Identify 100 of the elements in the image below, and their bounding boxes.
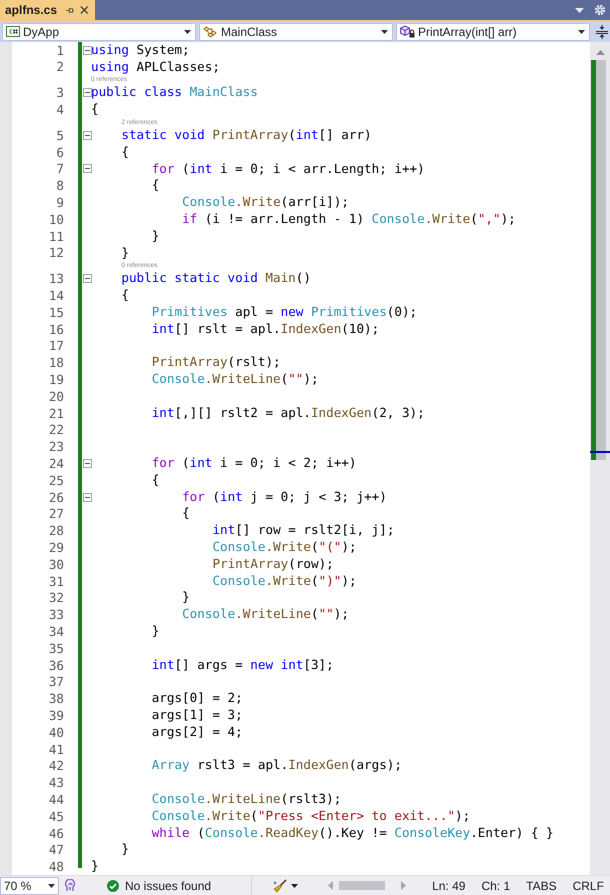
line-number: 14	[48, 288, 64, 303]
brush-icon[interactable]	[273, 878, 288, 892]
dropdown-icon[interactable]	[575, 8, 584, 12]
line-number: 36	[48, 658, 64, 673]
scroll-up-icon[interactable]	[596, 50, 604, 55]
line-number: 6	[55, 144, 64, 160]
settings-icon[interactable]	[594, 4, 606, 16]
code-line: int[] args = new int[3];	[152, 656, 334, 674]
line-indicator[interactable]: Ln: 49	[432, 878, 466, 892]
code-line: public class MainClass	[91, 84, 258, 102]
check-icon	[107, 880, 119, 892]
code-line: for (int i = 0; i < arr.Length; i++)	[152, 160, 425, 178]
code-line: }	[182, 589, 190, 606]
scrollbar-thumb[interactable]	[591, 60, 606, 460]
line-number: 2	[55, 59, 64, 74]
line-number: 16	[48, 322, 64, 337]
method-lock-icon	[400, 25, 415, 38]
code-line: using APLClasses;	[91, 58, 220, 76]
code-line: while (Console.ReadKey().Key != ConsoleKey.Enter) { }	[152, 824, 554, 842]
collapse-icon[interactable]	[83, 130, 92, 140]
code-line: Console.WriteLine(rslt3);	[152, 791, 342, 808]
dropdown-value: DyApp	[23, 24, 60, 39]
caret-icon	[48, 884, 55, 888]
code-line: {	[152, 177, 160, 194]
split-window-icon[interactable]	[596, 24, 608, 39]
line-number: 18	[48, 355, 64, 370]
line-number: 40	[48, 724, 64, 740]
collapse-icon[interactable]	[83, 458, 92, 468]
code-line: PrintArray(row);	[212, 556, 334, 573]
line-number: 20	[48, 388, 64, 404]
code-line: Console.Write("Press <Enter> to exit...");	[152, 808, 470, 825]
navigation-dropdown[interactable]: MainClass	[199, 22, 393, 41]
code-line: }	[121, 841, 129, 858]
indentation-indicator[interactable]: TABS	[526, 878, 557, 892]
caret-icon[interactable]	[291, 884, 298, 888]
caret-icon	[381, 30, 388, 34]
horizontal-scrollbar-thumb[interactable]	[339, 881, 386, 890]
collapse-icon[interactable]	[83, 274, 92, 284]
line-number: 42	[48, 758, 64, 774]
line-number: 10	[48, 212, 64, 227]
line-number: 37	[48, 674, 64, 690]
line-number: 48	[48, 859, 64, 874]
line-number: 4	[55, 102, 64, 118]
caret-icon	[184, 30, 191, 34]
code-line: int[] rslt = apl.IndexGen(10);	[152, 320, 380, 338]
code-line: Primitives apl = new Primitives(0);	[152, 304, 418, 321]
tab-title: aplfns.cs	[5, 3, 58, 17]
code-line: {	[121, 144, 129, 161]
code-line: for (int i = 0; i < 2; i++)	[152, 455, 356, 472]
code-line: Console.Write(arr[i]);	[182, 194, 349, 211]
navigation-dropdown[interactable]: PrintArray(int[] arr)	[396, 22, 590, 41]
line-number: 45	[48, 808, 64, 824]
close-icon[interactable]	[80, 5, 89, 15]
line-number: 19	[48, 372, 64, 387]
code-line: args[1] = 3;	[152, 707, 243, 724]
code-line: {	[91, 101, 99, 118]
line-number: 22	[48, 422, 64, 438]
line-number: 32	[48, 590, 64, 606]
code-line: }	[152, 228, 160, 245]
line-number: 8	[55, 178, 64, 194]
code-line: Console.WriteLine("");	[152, 371, 319, 388]
issues-status[interactable]: No issues found	[125, 878, 212, 892]
collapse-icon[interactable]	[83, 88, 92, 98]
line-number: 11	[48, 228, 64, 244]
collapse-icon[interactable]	[83, 492, 92, 502]
code-line: args[0] = 2;	[152, 690, 243, 708]
pin-icon[interactable]	[65, 6, 74, 14]
file-tab[interactable]: aplfns.cs	[0, 0, 95, 20]
code-line: static void PrintArray(int[] arr)	[121, 126, 372, 144]
code-line: Console.WriteLine("");	[182, 606, 349, 624]
column-indicator[interactable]: Ch: 1	[481, 878, 510, 892]
code-line: int[,][] rslt2 = apl.IndexGen(2, 3);	[152, 404, 425, 422]
line-number: 27	[48, 506, 64, 522]
code-line: Console.Write(")");	[212, 572, 357, 590]
line-number: 9	[55, 195, 64, 210]
code-line: for (int j = 0; j < 3; j++)	[182, 488, 387, 506]
line-number: 46	[48, 826, 64, 840]
code-line: {	[121, 287, 129, 304]
code-line: {	[152, 472, 160, 489]
line-number: 15	[48, 304, 64, 320]
zoom-dropdown[interactable]: 70 %	[0, 876, 59, 894]
line-number: 38	[48, 691, 64, 706]
navigation-dropdown[interactable]: DyApp	[2, 22, 196, 41]
line-number: 28	[48, 523, 64, 538]
line-number: 39	[48, 708, 64, 723]
line-ending-indicator[interactable]: CRLF	[572, 878, 604, 892]
line-number: 33	[48, 607, 64, 622]
line-number: 17	[48, 338, 64, 354]
caret-position-marker	[590, 450, 610, 453]
line-number: 12	[48, 245, 64, 260]
code-line: }	[121, 244, 129, 262]
line-number: 1	[55, 42, 64, 58]
line-number: 30	[48, 556, 64, 572]
collapse-icon[interactable]	[83, 46, 92, 55]
line-number: 43	[48, 775, 64, 790]
code-line: Array rslt3 = apl.IndexGen(args);	[152, 757, 402, 774]
line-number: 47	[48, 842, 64, 858]
line-number: 35	[48, 640, 64, 656]
collapse-icon[interactable]	[83, 164, 92, 174]
line-number: 13	[48, 271, 64, 286]
